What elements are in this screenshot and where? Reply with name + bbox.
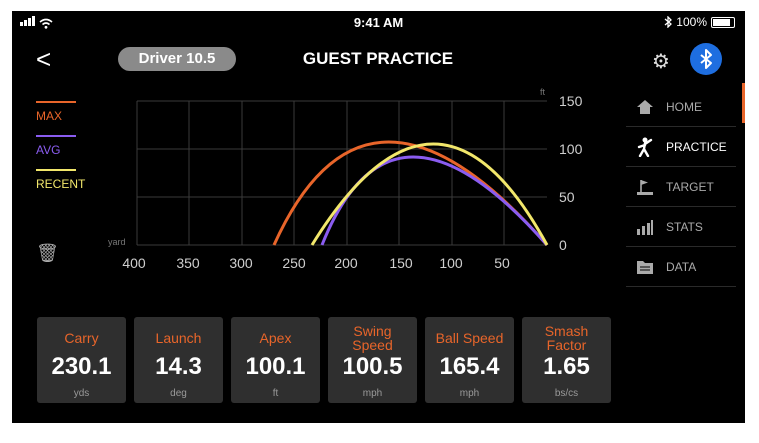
nav-label: STATS [666, 219, 703, 234]
page-title: GUEST PRACTICE [302, 49, 454, 68]
bluetooth-button[interactable] [690, 43, 722, 75]
golfer-icon [634, 137, 656, 157]
club-selector-button[interactable]: Driver 10.5 [118, 47, 236, 71]
stats-icon [634, 218, 656, 236]
x-tick-label: 50 [494, 255, 510, 271]
gear-icon[interactable]: ⚙ [652, 49, 670, 74]
metric-card-launch[interactable]: Launch 14.3 deg [134, 317, 223, 403]
battery-icon [711, 16, 735, 28]
metric-label: Launch [155, 330, 202, 346]
metric-label: Apex [259, 330, 292, 346]
metric-unit: mph [362, 388, 383, 399]
metric-value: 100.1 [245, 353, 306, 380]
app-header: < Driver 10.5 GUEST PRACTICE ⚙ [12, 41, 745, 77]
trash-icon[interactable]: 🗑 [36, 243, 59, 264]
x-tick-label: 250 [282, 255, 306, 271]
metric-label: Smash Factor [544, 323, 589, 353]
active-tab-indicator [742, 83, 745, 123]
x-tick-label: 100 [439, 255, 463, 271]
status-time: 9:41 AM [353, 15, 404, 30]
nav-label: PRACTICE [666, 139, 727, 154]
x-tick-label: 300 [229, 255, 253, 271]
status-bar: 9:41 AM 100% [12, 11, 745, 33]
metric-unit: mph [459, 388, 480, 399]
nav-item-target[interactable]: TARGET [626, 167, 736, 207]
x-tick-label: 400 [122, 255, 146, 271]
metric-unit: ft [272, 388, 279, 399]
home-icon [634, 98, 656, 116]
metrics-row: Carry 230.1 yds Launch 14.3 deg Apex 100… [37, 317, 611, 403]
metric-unit: yds [73, 388, 90, 399]
metric-unit: deg [170, 388, 187, 399]
metric-value: 165.4 [439, 353, 500, 380]
nav-item-home[interactable]: HOME [626, 87, 736, 127]
app-screen: 9:41 AM 100% < Driver 10.5 GUEST PRACTIC… [12, 11, 745, 423]
data-folder-icon [634, 258, 656, 276]
x-tick-label: 200 [334, 255, 358, 271]
chart-plot: ft yard 400 350 300 250 200 150 100 50 1… [108, 87, 583, 271]
metric-unit: bs/cs [554, 388, 579, 399]
back-button[interactable]: < [36, 46, 51, 72]
metric-card-carry[interactable]: Carry 230.1 yds [37, 317, 126, 403]
y-unit-label: ft [540, 87, 546, 97]
target-flag-icon [634, 178, 656, 196]
bluetooth-icon [664, 16, 673, 28]
battery-percent: 100% [676, 15, 707, 29]
nav-item-stats[interactable]: STATS [626, 207, 736, 247]
metric-label: Swing Speed [352, 323, 393, 353]
x-tick-label: 350 [176, 255, 200, 271]
metric-card-smash-factor[interactable]: Smash Factor 1.65 bs/cs [522, 317, 611, 403]
metric-label: Ball Speed [435, 330, 504, 346]
metric-card-swing-speed[interactable]: Swing Speed 100.5 mph [328, 317, 417, 403]
y-tick-label: 50 [559, 189, 575, 205]
metric-label: Carry [64, 330, 99, 346]
series-avg [320, 155, 549, 246]
x-unit-label: yard [108, 237, 126, 247]
y-tick-label: 0 [559, 237, 567, 253]
x-tick-label: 150 [389, 255, 413, 271]
metric-value: 100.5 [342, 353, 403, 380]
nav-item-data[interactable]: DATA [626, 247, 736, 287]
nav-label: DATA [666, 259, 697, 274]
side-nav: HOME PRACTICE TARGET STATS DATA [626, 87, 736, 287]
y-tick-label: 100 [559, 141, 583, 157]
metric-card-ball-speed[interactable]: Ball Speed 165.4 mph [425, 317, 514, 403]
nav-label: HOME [666, 99, 702, 114]
trajectory-chart: MAX AVG RECENT ft yard 400 350 300 250 2… [12, 83, 632, 293]
metric-value: 1.65 [543, 353, 590, 380]
bluetooth-icon [700, 49, 712, 69]
status-right: 100% [664, 15, 735, 29]
metric-value: 230.1 [51, 353, 112, 380]
metric-value: 14.3 [155, 353, 202, 380]
nav-label: TARGET [666, 179, 714, 194]
y-tick-label: 150 [559, 93, 583, 109]
metric-card-apex[interactable]: Apex 100.1 ft [231, 317, 320, 403]
grid [136, 100, 547, 246]
nav-item-practice[interactable]: PRACTICE [626, 127, 736, 167]
